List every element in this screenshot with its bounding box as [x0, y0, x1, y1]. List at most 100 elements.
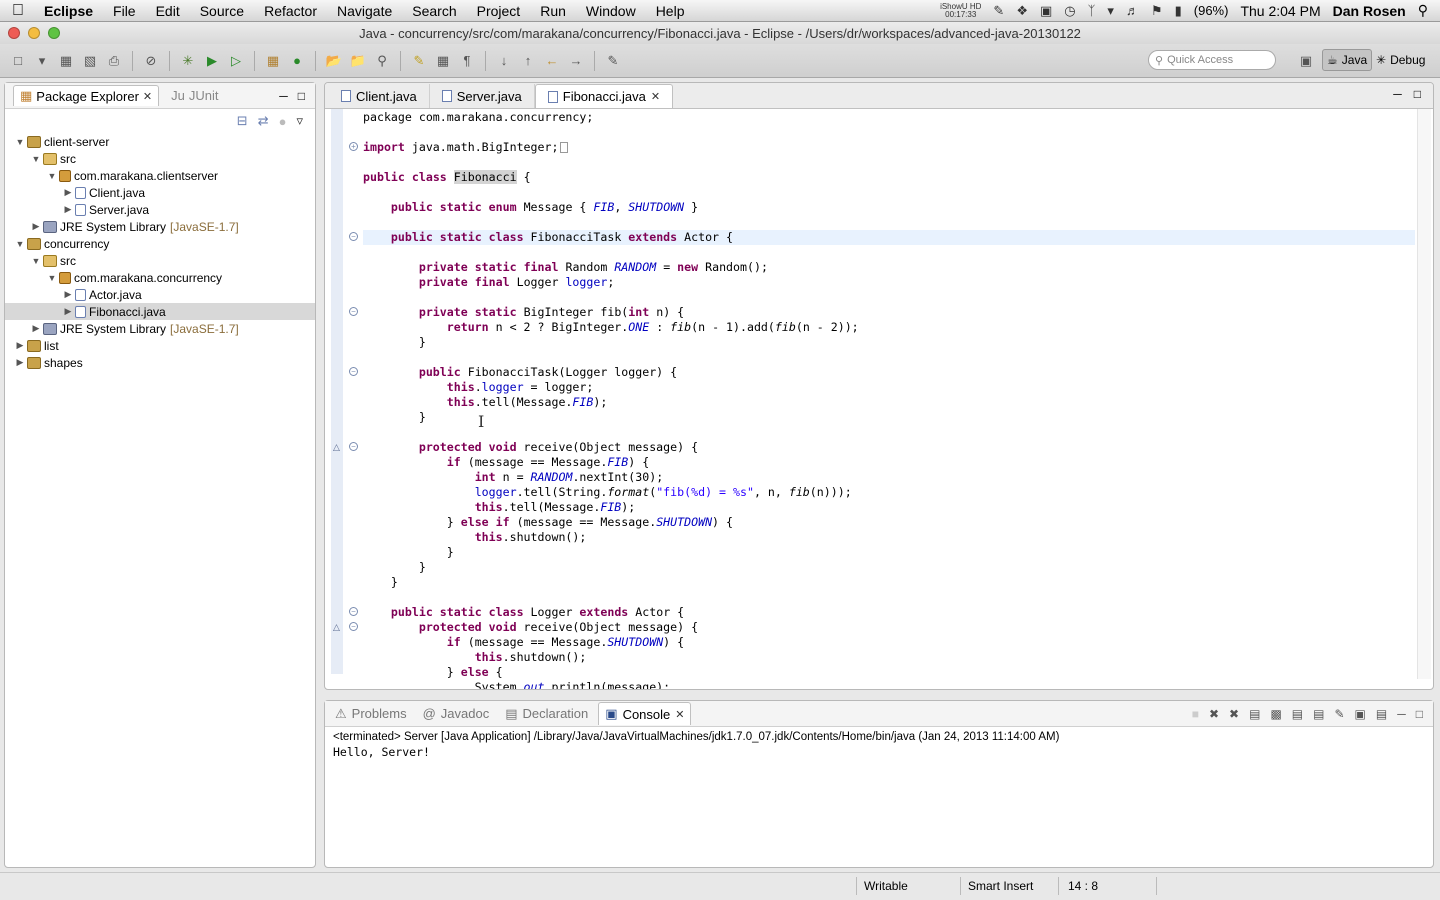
volume-icon[interactable]: ♬ [1126, 3, 1139, 18]
collapsed-twisty-icon[interactable]: ▶ [13, 340, 27, 351]
tree-item[interactable]: ▼ src [5, 252, 315, 269]
expanded-twisty-icon[interactable]: ▼ [29, 154, 43, 164]
close-icon[interactable]: ✕ [143, 90, 152, 103]
tab-javadoc[interactable]: @ Javadoc [417, 703, 496, 724]
new-dropdown-icon[interactable]: ▾ [32, 51, 52, 71]
collapsed-twisty-icon[interactable]: ▶ [29, 221, 43, 232]
console-output[interactable]: Hello, Server! [325, 745, 1433, 759]
open-type-icon[interactable]: 📂 [324, 51, 344, 71]
status-insert-mode[interactable]: Smart Insert [968, 879, 1033, 893]
collapsed-twisty-icon[interactable]: ▶ [61, 187, 75, 198]
collapse-all-icon[interactable]: ⊟ [237, 113, 248, 129]
tree-item[interactable]: ▶ shapes [5, 354, 315, 371]
tree-item[interactable]: ▼ com.marakana.concurrency [5, 269, 315, 286]
tree-item[interactable]: ▼ src [5, 150, 315, 167]
open-task-icon[interactable]: 📁 [348, 51, 368, 71]
time-machine-icon[interactable]: ◷ [1064, 3, 1075, 19]
terminate-icon[interactable]: ■ [1192, 707, 1199, 721]
menu-project[interactable]: Project [467, 3, 531, 19]
tree-item[interactable]: ▶ Actor.java [5, 286, 315, 303]
tree-item[interactable]: ▶ JRE System Library [JavaSE-1.7] [5, 320, 315, 337]
code-area[interactable]: package com.marakana.concurrency; import … [363, 110, 1415, 689]
show-on-stdout-icon[interactable]: ▤ [1292, 707, 1303, 721]
minimize-view-icon[interactable]: ─ [1397, 707, 1406, 721]
external-tools-icon[interactable]: ▷ [226, 51, 246, 71]
tree-item[interactable]: ▶ JRE System Library [JavaSE-1.7] [5, 218, 315, 235]
new-java-package-icon[interactable]: ▦ [263, 51, 283, 71]
minimize-view-icon[interactable]: ─ [279, 89, 288, 103]
search-icon[interactable]: ⚲ [372, 51, 392, 71]
collapse-fold-icon[interactable]: − [349, 607, 358, 616]
battery-icon[interactable]: ▮ [1175, 3, 1182, 19]
run-icon[interactable]: ▶ [202, 51, 222, 71]
tab-console[interactable]: ▣ Console ✕ [598, 702, 692, 725]
editor-tab-client[interactable]: Client.java [329, 84, 430, 108]
folded-region-marker[interactable] [560, 142, 569, 153]
collapsed-twisty-icon[interactable]: ▶ [61, 289, 75, 300]
save-all-icon[interactable]: ▧ [80, 51, 100, 71]
expanded-twisty-icon[interactable]: ▼ [45, 171, 59, 181]
view-menu-icon[interactable]: ▿ [296, 113, 303, 129]
back-icon[interactable]: ← [542, 51, 562, 71]
debug-perspective-button[interactable]: ✳ Debug [1372, 49, 1429, 71]
tab-package-explorer[interactable]: ▦ Package Explorer ✕ [13, 85, 160, 106]
menu-navigate[interactable]: Navigate [327, 3, 402, 19]
save-icon[interactable]: ▦ [56, 51, 76, 71]
expanded-twisty-icon[interactable]: ▼ [13, 137, 27, 147]
show-whitespace-icon[interactable]: ¶ [457, 51, 477, 71]
java-perspective-button[interactable]: ☕ Java [1322, 49, 1373, 71]
close-icon[interactable]: ✕ [651, 90, 660, 103]
collapse-fold-icon[interactable]: − [349, 622, 358, 631]
wifi-icon[interactable]: ▾ [1107, 3, 1114, 19]
tree-item[interactable]: ▶ Server.java [5, 201, 315, 218]
tag-icon[interactable]: ✎ [993, 3, 1004, 19]
collapsed-twisty-icon[interactable]: ▶ [61, 204, 75, 215]
menubar-user[interactable]: Dan Rosen [1333, 3, 1406, 19]
menu-window[interactable]: Window [576, 3, 646, 19]
menu-run[interactable]: Run [530, 3, 576, 19]
next-annotation-icon[interactable]: ↓ [494, 51, 514, 71]
menu-search[interactable]: Search [402, 3, 466, 19]
flag-icon[interactable]: ⚑ [1151, 3, 1163, 19]
menu-edit[interactable]: Edit [146, 3, 190, 19]
expanded-twisty-icon[interactable]: ▼ [29, 256, 43, 266]
menu-refactor[interactable]: Refactor [254, 3, 327, 19]
override-marker-icon[interactable]: △ [333, 622, 340, 633]
editor-tab-server[interactable]: Server.java [430, 84, 535, 108]
editor-tab-fibonacci[interactable]: Fibonacci.java ✕ [534, 84, 674, 108]
skip-breakpoints-icon[interactable]: ⊘ [141, 51, 161, 71]
expand-fold-icon[interactable]: + [349, 142, 358, 151]
bluetooth-icon[interactable]: ᛉ [1088, 3, 1096, 18]
focus-on-task-icon[interactable]: ● [279, 114, 287, 129]
window-icon[interactable]: ▣ [1040, 3, 1052, 19]
close-window-button[interactable] [8, 27, 20, 39]
editor-scrollbar[interactable] [1417, 109, 1431, 679]
recorder-status[interactable]: iShowU HD 00:17:33 [940, 2, 981, 19]
open-perspective-icon[interactable]: ▣ [1296, 51, 1316, 71]
tree-item[interactable]: ▶ list [5, 337, 315, 354]
collapsed-twisty-icon[interactable]: ▶ [29, 323, 43, 334]
tree-item[interactable]: ▼ concurrency [5, 235, 315, 252]
remove-launch-icon[interactable]: ✖ [1209, 707, 1219, 721]
collapse-fold-icon[interactable]: − [349, 367, 358, 376]
debug-icon[interactable]: ✳ [178, 51, 198, 71]
dropbox-icon[interactable]: ❖ [1016, 3, 1028, 19]
remove-all-terminated-icon[interactable]: ✖ [1229, 707, 1239, 721]
override-marker-icon[interactable]: △ [333, 442, 340, 453]
menu-help[interactable]: Help [646, 3, 695, 19]
link-with-editor-icon[interactable]: ⇄ [258, 113, 269, 129]
minimize-editor-icon[interactable]: ─ [1393, 87, 1402, 101]
tab-junit[interactable]: Ju JUnit [165, 86, 224, 105]
clear-console-icon[interactable]: ▤ [1249, 707, 1260, 721]
new-icon[interactable]: □ [8, 51, 28, 71]
menubar-clock[interactable]: Thu 2:04 PM [1240, 3, 1320, 19]
collapse-fold-icon[interactable]: − [349, 307, 358, 316]
collapsed-twisty-icon[interactable]: ▶ [61, 306, 75, 317]
show-on-stderr-icon[interactable]: ▤ [1313, 707, 1324, 721]
quick-access-field[interactable]: ⚲ Quick Access [1148, 50, 1276, 70]
menu-source[interactable]: Source [190, 3, 254, 19]
new-java-class-icon[interactable]: ● [287, 51, 307, 71]
minimize-window-button[interactable] [28, 27, 40, 39]
print-icon[interactable]: ⎙ [104, 51, 124, 71]
battery-percent[interactable]: (96%) [1194, 3, 1229, 18]
